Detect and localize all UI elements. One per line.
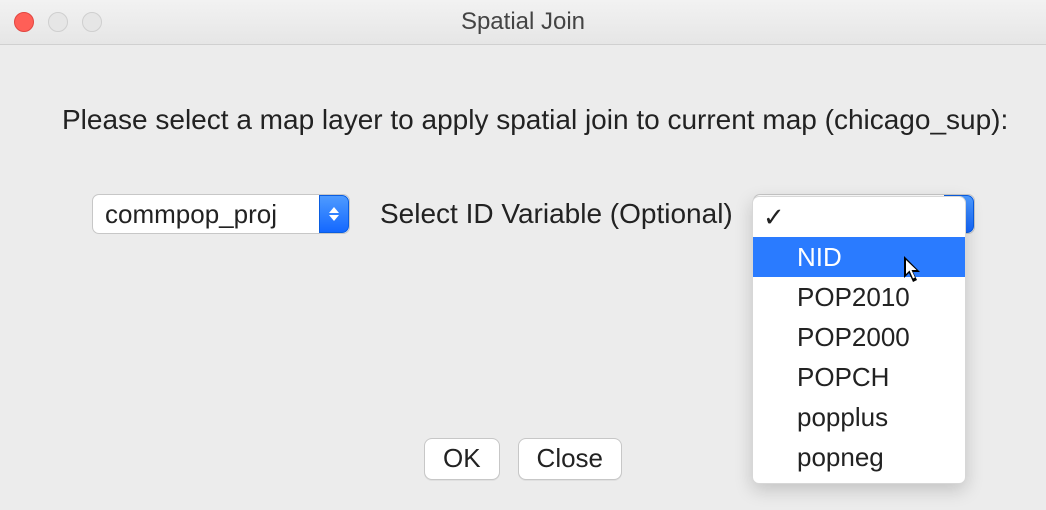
checkmark-icon: ✓ (763, 197, 785, 237)
dropdown-item[interactable]: POP2010 (753, 277, 965, 317)
dropdown-item[interactable]: ✓ (753, 197, 965, 237)
dropdown-item[interactable]: NID (753, 237, 965, 277)
button-row: OK Close (0, 438, 1046, 480)
chevron-down-icon (329, 215, 339, 221)
ok-button[interactable]: OK (424, 438, 500, 480)
prompt-text: Please select a map layer to apply spati… (62, 104, 1008, 136)
dropdown-item-label: POPCH (797, 362, 889, 392)
window-title: Spatial Join (0, 0, 1046, 44)
layer-select-stepper[interactable] (319, 195, 349, 233)
dropdown-item[interactable]: popplus (753, 397, 965, 437)
chevron-up-icon (329, 207, 339, 213)
dropdown-item[interactable]: POPCH (753, 357, 965, 397)
dropdown-item-label: POP2010 (797, 282, 910, 312)
id-variable-label: Select ID Variable (Optional) (380, 194, 733, 234)
dropdown-item-label: popplus (797, 402, 888, 432)
layer-select-value: commpop_proj (105, 199, 277, 229)
close-button[interactable]: Close (518, 438, 622, 480)
titlebar: Spatial Join (0, 0, 1046, 45)
layer-select[interactable]: commpop_proj (92, 194, 350, 234)
dropdown-item[interactable]: POP2000 (753, 317, 965, 357)
dropdown-item-label: NID (797, 242, 842, 272)
dropdown-item-label: POP2000 (797, 322, 910, 352)
